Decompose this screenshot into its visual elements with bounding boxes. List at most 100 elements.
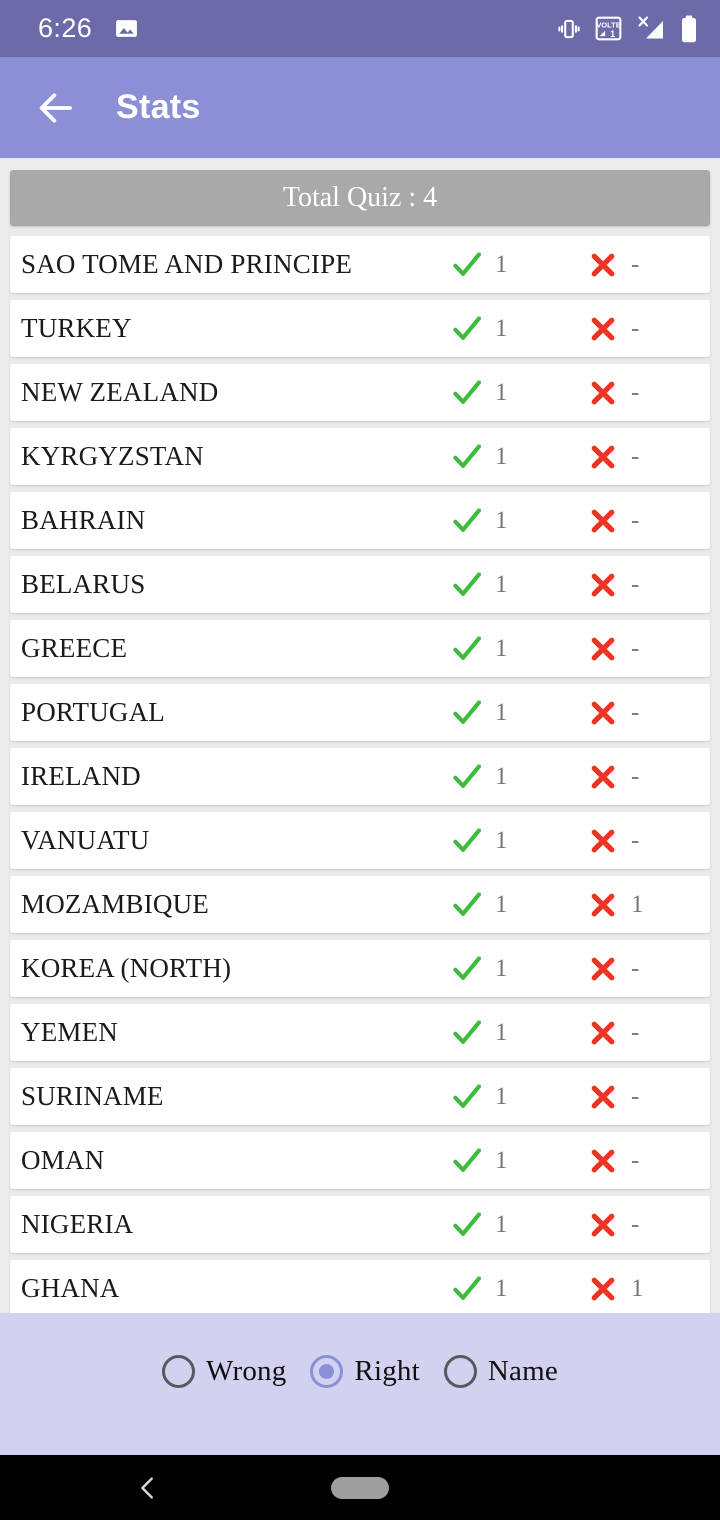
wrong-count: -: [631, 698, 640, 726]
check-icon: [447, 504, 487, 538]
check-icon: [447, 248, 487, 282]
table-row[interactable]: KOREA (NORTH) 1-: [10, 940, 710, 997]
table-row[interactable]: TURKEY 1-: [10, 300, 710, 357]
right-count: 1: [495, 826, 508, 854]
check-icon: [447, 1080, 487, 1114]
wrong-answer-cell: -: [583, 442, 655, 472]
table-row[interactable]: MOZAMBIQUE 1 1: [10, 876, 710, 933]
right-answer-cell: 1: [447, 760, 519, 794]
right-count: 1: [495, 1018, 508, 1046]
right-answer-cell: 1: [447, 1208, 519, 1242]
sort-radio-label: Right: [354, 1355, 420, 1387]
sort-radio-right[interactable]: Right: [310, 1355, 420, 1388]
wrong-answer-cell: -: [583, 378, 655, 408]
back-button[interactable]: [26, 78, 86, 138]
check-icon: [447, 440, 487, 474]
wrong-count: -: [631, 250, 640, 278]
wrong-answer-cell: -: [583, 1210, 655, 1240]
total-quiz-header: Total Quiz : 4: [10, 170, 710, 226]
sort-radio-name[interactable]: Name: [443, 1355, 558, 1388]
right-count: 1: [495, 762, 508, 790]
right-answer-cell: 1: [447, 952, 519, 986]
right-answer-cell: 1: [447, 440, 519, 474]
right-count: 1: [495, 1274, 508, 1302]
table-row[interactable]: IRELAND 1-: [10, 748, 710, 805]
cross-icon: [583, 506, 623, 536]
wrong-count: -: [631, 378, 640, 406]
cross-icon: [583, 1274, 623, 1304]
check-icon: [447, 632, 487, 666]
table-row[interactable]: BELARUS 1-: [10, 556, 710, 613]
sort-radio-wrong[interactable]: Wrong: [162, 1355, 286, 1388]
radio-dot-icon: [319, 1364, 335, 1379]
right-count: 1: [495, 442, 508, 470]
table-row[interactable]: NIGERIA 1-: [10, 1196, 710, 1253]
cross-icon: [583, 890, 623, 920]
svg-text:VOLTE: VOLTE: [596, 21, 620, 30]
right-count: 1: [495, 250, 508, 278]
check-icon: [447, 696, 487, 730]
home-pill-icon[interactable]: [331, 1476, 389, 1499]
right-answer-cell: 1: [447, 1016, 519, 1050]
wrong-count: -: [631, 634, 640, 662]
right-answer-cell: 1: [447, 1272, 519, 1306]
right-count: 1: [495, 1082, 508, 1110]
cross-icon: [583, 954, 623, 984]
cross-icon: [583, 250, 623, 280]
radio-circle-icon[interactable]: [310, 1355, 344, 1388]
sort-radio-group: Wrong Right Name: [162, 1355, 558, 1388]
wrong-answer-cell: 1: [583, 1274, 655, 1304]
wrong-count: -: [631, 762, 640, 790]
chevron-left-icon: [141, 1476, 153, 1499]
cross-icon: [583, 442, 623, 472]
table-row[interactable]: VANUATU 1-: [10, 812, 710, 869]
check-icon: [447, 760, 487, 794]
radio-circle-icon[interactable]: [443, 1355, 477, 1388]
wrong-answer-cell: -: [583, 954, 655, 984]
cross-icon: [583, 634, 623, 664]
wrong-answer-cell: -: [583, 1018, 655, 1048]
cross-icon: [583, 698, 623, 728]
table-row[interactable]: BAHRAIN 1-: [10, 492, 710, 549]
app-bar: Stats: [0, 57, 720, 158]
check-icon: [447, 1272, 487, 1306]
svg-text:1: 1: [610, 29, 615, 39]
wrong-answer-cell: -: [583, 1082, 655, 1112]
sort-radio-label: Wrong: [206, 1355, 287, 1387]
cross-icon: [583, 826, 623, 856]
table-row[interactable]: OMAN 1-: [10, 1132, 710, 1189]
wrong-count: -: [631, 1082, 640, 1110]
status-bar-left: 6:26: [38, 13, 139, 44]
wrong-answer-cell: -: [583, 1146, 655, 1176]
sort-radio-label: Name: [487, 1355, 558, 1387]
wrong-count: -: [631, 1146, 640, 1174]
wrong-answer-cell: -: [583, 570, 655, 600]
cross-icon: [583, 378, 623, 408]
status-bar-right: VOLTE 1: [556, 14, 698, 44]
wrong-count: -: [631, 442, 640, 470]
cross-icon: [583, 314, 623, 344]
wrong-count: 1: [631, 890, 644, 918]
wrong-count: -: [631, 1018, 640, 1046]
table-row[interactable]: SURINAME 1-: [10, 1068, 710, 1125]
check-icon: [447, 568, 487, 602]
arrow-left-icon: [39, 92, 72, 123]
table-row[interactable]: YEMEN 1-: [10, 1004, 710, 1061]
nav-back-button[interactable]: [122, 1462, 174, 1514]
table-row[interactable]: GHANA 1 1: [10, 1260, 710, 1313]
table-row[interactable]: GREECE 1-: [10, 620, 710, 677]
wrong-count: 1: [631, 1274, 644, 1302]
cross-icon: [583, 1018, 623, 1048]
right-count: 1: [495, 378, 508, 406]
table-row[interactable]: SAO TOME AND PRINCIPE 1-: [10, 236, 710, 293]
wrong-answer-cell: -: [583, 506, 655, 536]
right-count: 1: [495, 1210, 508, 1238]
radio-circle-icon[interactable]: [162, 1355, 196, 1388]
right-answer-cell: 1: [447, 1080, 519, 1114]
table-row[interactable]: PORTUGAL 1-: [10, 684, 710, 741]
wrong-count: -: [631, 954, 640, 982]
system-navigation-bar: [0, 1455, 720, 1520]
battery-icon: [680, 15, 698, 43]
table-row[interactable]: KYRGYZSTAN 1-: [10, 428, 710, 485]
table-row[interactable]: NEW ZEALAND 1-: [10, 364, 710, 421]
